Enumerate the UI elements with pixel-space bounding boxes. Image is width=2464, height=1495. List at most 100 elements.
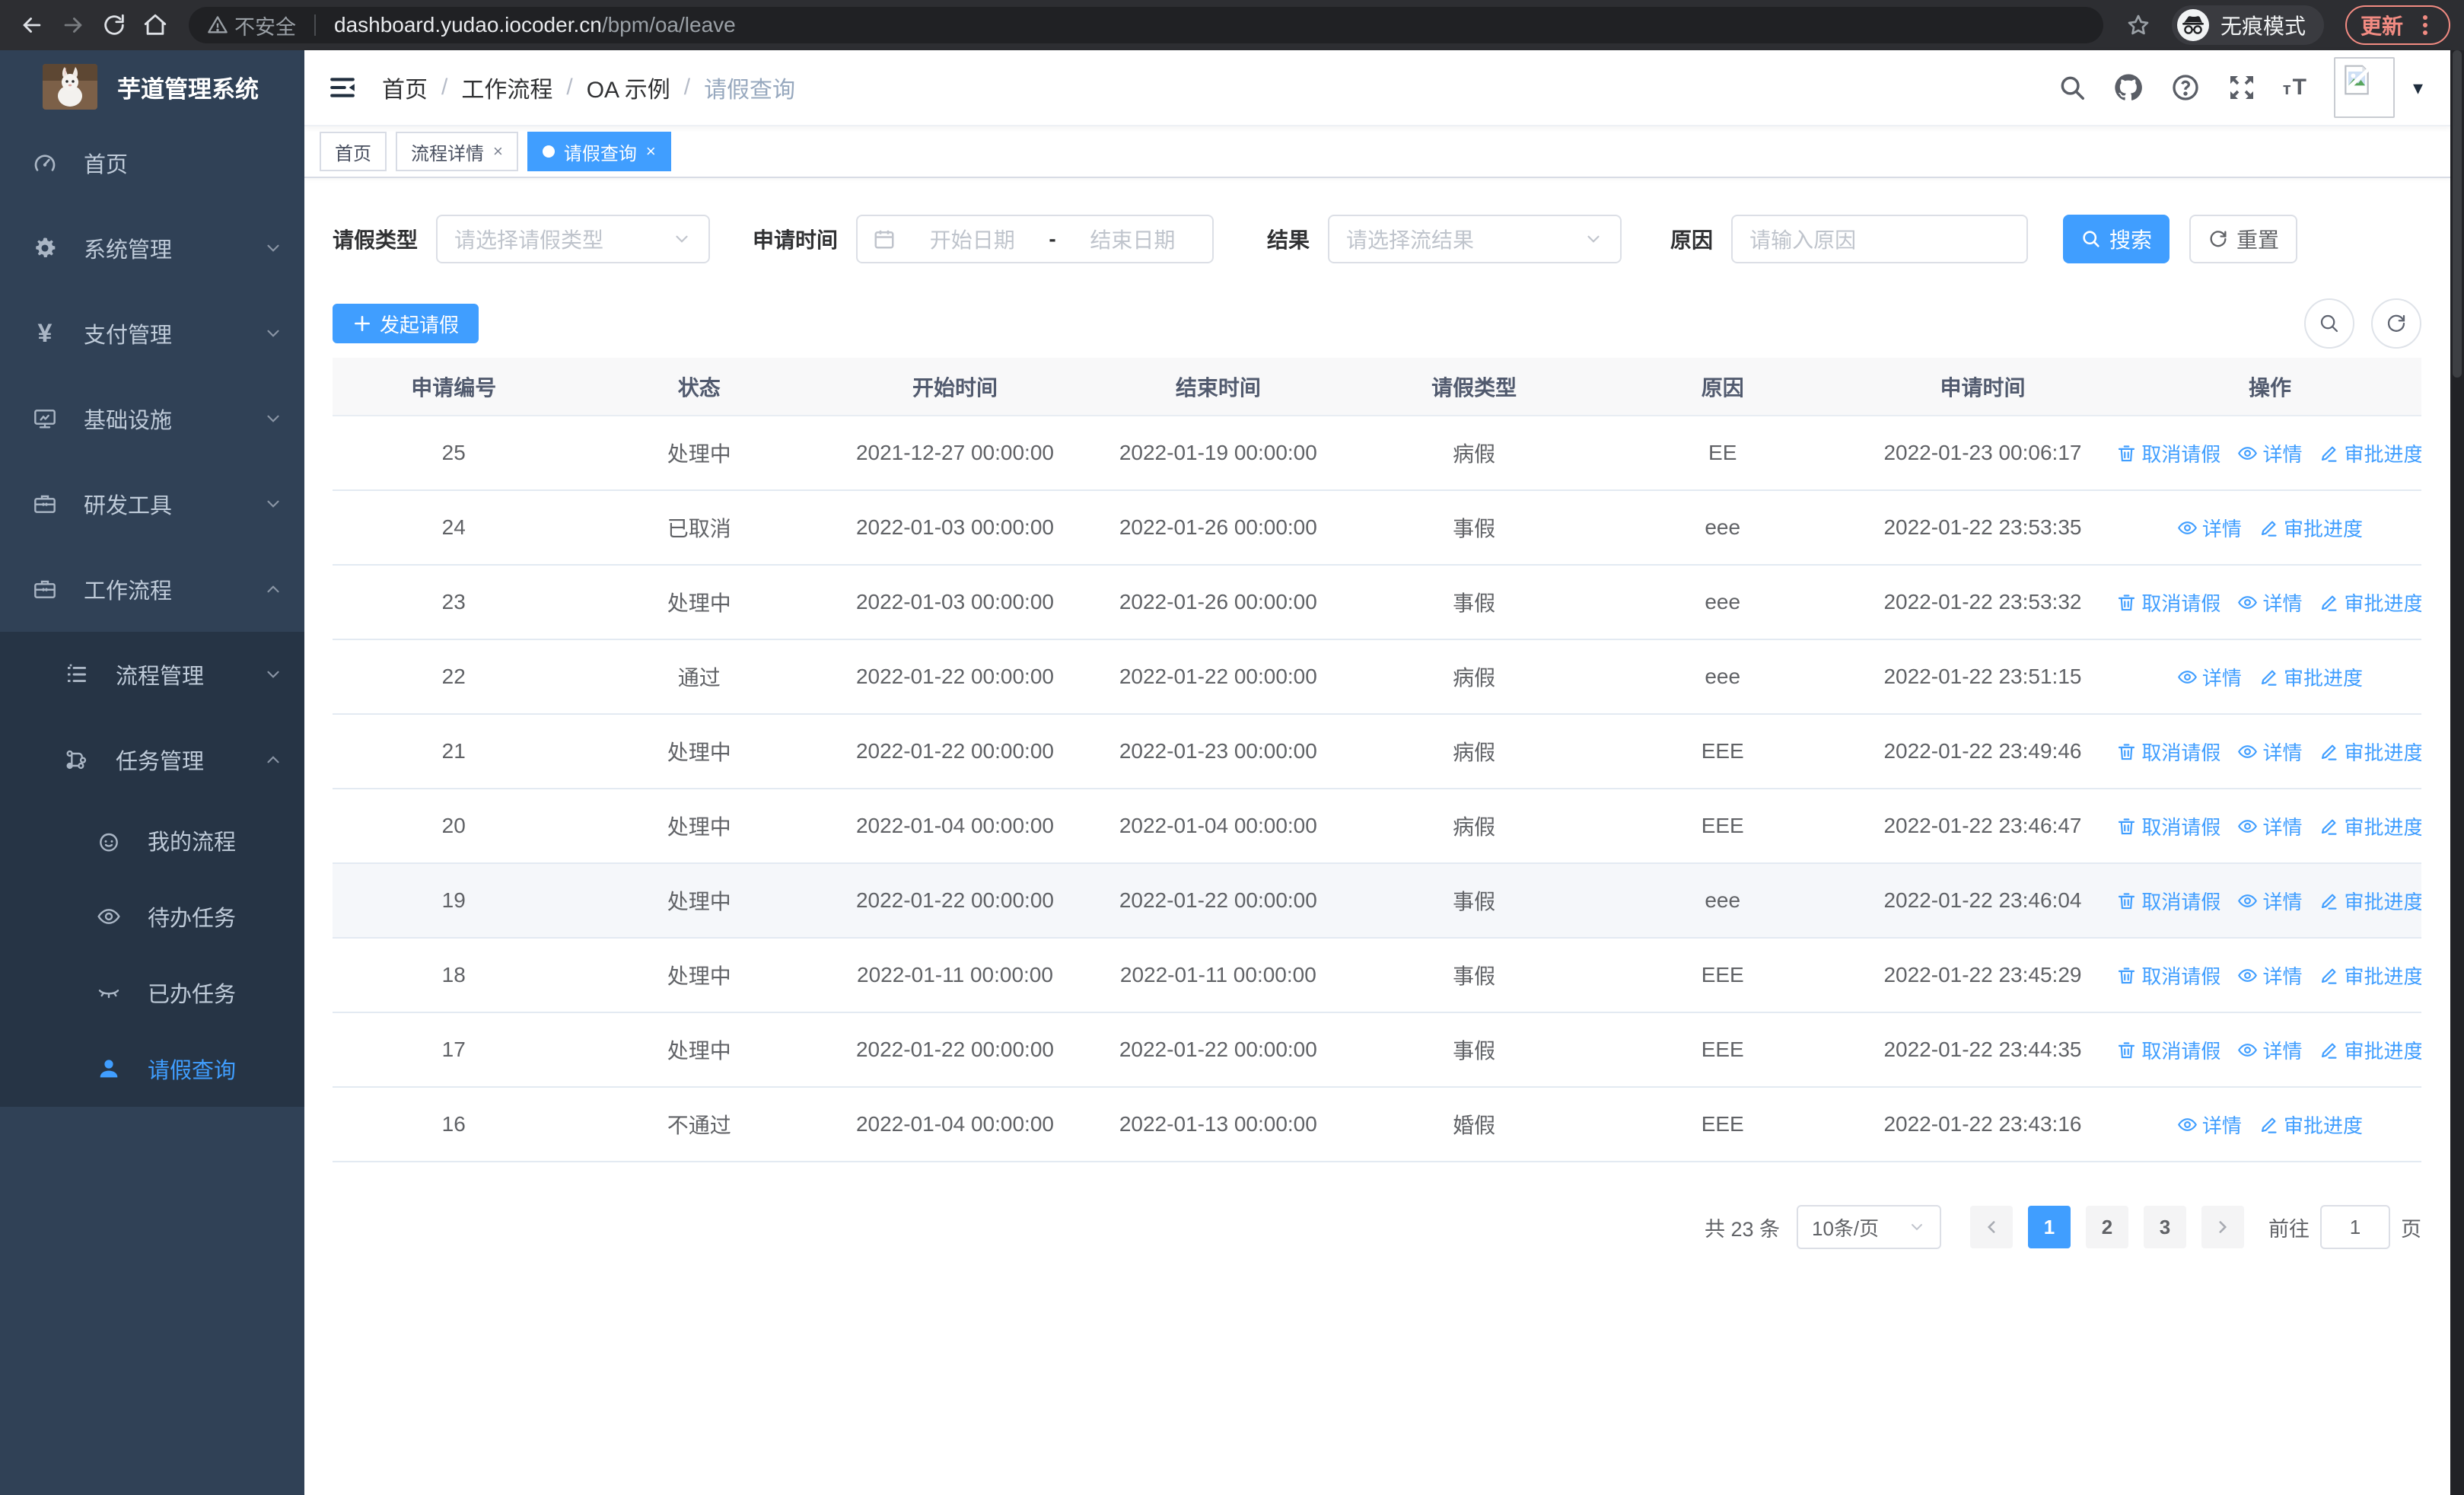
detail-action-link[interactable]: 详情 — [2237, 588, 2302, 617]
cancel-action-link[interactable]: 取消请假 — [2119, 588, 2220, 617]
cancel-action-link[interactable]: 取消请假 — [2119, 439, 2220, 467]
tag-label: 流程详情 — [411, 143, 484, 164]
app-logo-row[interactable]: 芋道管理系统 — [0, 50, 304, 114]
sidebar-item-leave-query[interactable]: 请假查询 — [0, 1031, 304, 1107]
eye-icon — [96, 904, 122, 929]
table-cell: 18 — [333, 938, 575, 1013]
address-bar[interactable]: 不安全 dashboard.yudao.iocoder.cn/bpm/oa/le… — [189, 7, 2103, 43]
create-leave-button[interactable]: 发起请假 — [333, 304, 479, 343]
apply-time-range-picker[interactable]: 开始日期 - 结束日期 — [856, 215, 1214, 263]
user-avatar[interactable] — [2333, 57, 2395, 118]
page-size-select[interactable]: 10条/页 — [1797, 1205, 1941, 1249]
refresh-table-button[interactable] — [2371, 298, 2421, 349]
sidebar-item-label: 任务管理 — [116, 750, 205, 774]
next-page-button[interactable] — [2201, 1206, 2244, 1248]
sidebar-toggle-icon[interactable] — [327, 73, 358, 102]
result-select[interactable]: 请选择流结果 — [1328, 215, 1622, 263]
bookmark-star-icon[interactable] — [2126, 13, 2150, 37]
sidebar-item-system[interactable]: 系统管理 — [0, 206, 304, 291]
table-cell: EEE — [1598, 1087, 1848, 1162]
avatar-caret-icon[interactable]: ▾ — [2413, 76, 2423, 100]
sidebar-item-done-task[interactable]: 已办任务 — [0, 955, 304, 1031]
page-size-value: 10条/页 — [1812, 1216, 1880, 1240]
detail-action-link[interactable]: 详情 — [2237, 887, 2302, 915]
detail-action-link[interactable]: 详情 — [2237, 812, 2302, 840]
close-icon[interactable]: × — [493, 142, 503, 161]
browser-back-icon[interactable] — [14, 7, 50, 43]
detail-action-link[interactable]: 详情 — [2237, 738, 2302, 766]
progress-action-link[interactable]: 审批进度 — [2319, 439, 2421, 467]
browser-update-button[interactable]: 更新 — [2345, 5, 2450, 45]
sidebar-item-label: 请假查询 — [148, 1059, 237, 1083]
reason-input[interactable]: 请输入原因 — [1731, 215, 2029, 263]
tag-请假查询[interactable]: 请假查询 × — [527, 132, 671, 171]
result-label: 结果 — [1267, 228, 1310, 252]
table-cell: EEE — [1598, 1012, 1848, 1088]
table-cell: 19 — [333, 863, 575, 939]
breadcrumb-item[interactable]: 首页 — [382, 71, 428, 104]
column-header: 开始时间 — [823, 358, 1087, 416]
sidebar-item-todo-task[interactable]: 待办任务 — [0, 878, 304, 955]
sidebar-item-my-process[interactable]: 我的流程 — [0, 802, 304, 878]
cancel-action-link[interactable]: 取消请假 — [2119, 738, 2220, 766]
sidebar-item-payment[interactable]: ¥ 支付管理 — [0, 291, 304, 376]
progress-action-link[interactable]: 审批进度 — [2259, 1111, 2363, 1139]
gear-icon — [32, 236, 58, 260]
edit-icon — [2259, 518, 2279, 538]
cancel-action-link[interactable]: 取消请假 — [2119, 887, 2220, 915]
detail-action-link[interactable]: 详情 — [2177, 663, 2242, 691]
plus-icon — [355, 316, 370, 331]
search-button[interactable]: 搜索 — [2063, 215, 2170, 263]
browser-home-icon[interactable] — [137, 7, 173, 43]
detail-action-link[interactable]: 详情 — [2177, 1111, 2242, 1139]
leave-type-select[interactable]: 请选择请假类型 — [436, 215, 711, 263]
toggle-search-button[interactable] — [2304, 298, 2354, 349]
browser-menu-icon[interactable] — [2415, 14, 2435, 37]
font-size-icon[interactable]: тT — [2283, 75, 2308, 100]
browser-reload-icon[interactable] — [96, 7, 132, 43]
page-button-1[interactable]: 1 — [2028, 1206, 2071, 1248]
date-end-placeholder: 结束日期 — [1090, 228, 1176, 252]
sidebar-item-devtools[interactable]: 研发工具 — [0, 461, 304, 547]
cancel-action-link[interactable]: 取消请假 — [2119, 961, 2220, 990]
table-cell: 2022-01-22 23:53:35 — [1847, 490, 2119, 566]
page-button-3[interactable]: 3 — [2144, 1206, 2186, 1248]
breadcrumb-item[interactable]: 工作流程 — [461, 71, 552, 104]
fullscreen-icon[interactable] — [2227, 72, 2257, 103]
page-button-2[interactable]: 2 — [2086, 1206, 2128, 1248]
help-icon[interactable] — [2170, 72, 2201, 103]
cancel-action-link[interactable]: 取消请假 — [2119, 812, 2220, 840]
sidebar-item-infra[interactable]: 基础设施 — [0, 376, 304, 461]
progress-action-link[interactable]: 审批进度 — [2319, 961, 2421, 990]
sidebar-item-process-mgmt[interactable]: 流程管理 — [0, 632, 304, 717]
breadcrumb-item[interactable]: OA 示例 — [587, 71, 670, 104]
detail-action-link[interactable]: 详情 — [2237, 439, 2302, 467]
detail-action-link[interactable]: 详情 — [2237, 1036, 2302, 1064]
progress-action-link[interactable]: 审批进度 — [2319, 738, 2421, 766]
detail-action-link[interactable]: 详情 — [2237, 961, 2302, 990]
table-cell: 25 — [333, 416, 575, 491]
sidebar-item-workflow[interactable]: 工作流程 — [0, 547, 304, 632]
tag-流程详情[interactable]: 流程详情 × — [396, 132, 518, 171]
goto-page-input[interactable]: 1 — [2320, 1205, 2390, 1249]
detail-action-link[interactable]: 详情 — [2177, 514, 2242, 542]
prev-page-button[interactable] — [1970, 1206, 2013, 1248]
github-icon[interactable] — [2112, 72, 2144, 104]
progress-action-link[interactable]: 审批进度 — [2319, 887, 2421, 915]
progress-action-link[interactable]: 审批进度 — [2259, 663, 2363, 691]
tag-首页[interactable]: 首页 — [320, 132, 387, 171]
header-search-icon[interactable] — [2058, 73, 2087, 102]
chevron-up-icon — [263, 579, 283, 599]
browser-scrollbar[interactable] — [2450, 50, 2464, 1495]
progress-action-link[interactable]: 审批进度 — [2319, 1036, 2421, 1064]
chevron-down-icon — [263, 494, 283, 514]
browser-forward-icon[interactable] — [55, 7, 91, 43]
close-icon[interactable]: × — [646, 142, 656, 161]
cancel-action-link[interactable]: 取消请假 — [2119, 1036, 2220, 1064]
progress-action-link[interactable]: 审批进度 — [2259, 514, 2363, 542]
sidebar-item-task-mgmt[interactable]: 任务管理 — [0, 717, 304, 802]
reset-button[interactable]: 重置 — [2189, 215, 2298, 263]
progress-action-link[interactable]: 审批进度 — [2319, 588, 2421, 617]
progress-action-link[interactable]: 审批进度 — [2319, 812, 2421, 840]
sidebar-item-home[interactable]: 首页 — [0, 120, 304, 206]
